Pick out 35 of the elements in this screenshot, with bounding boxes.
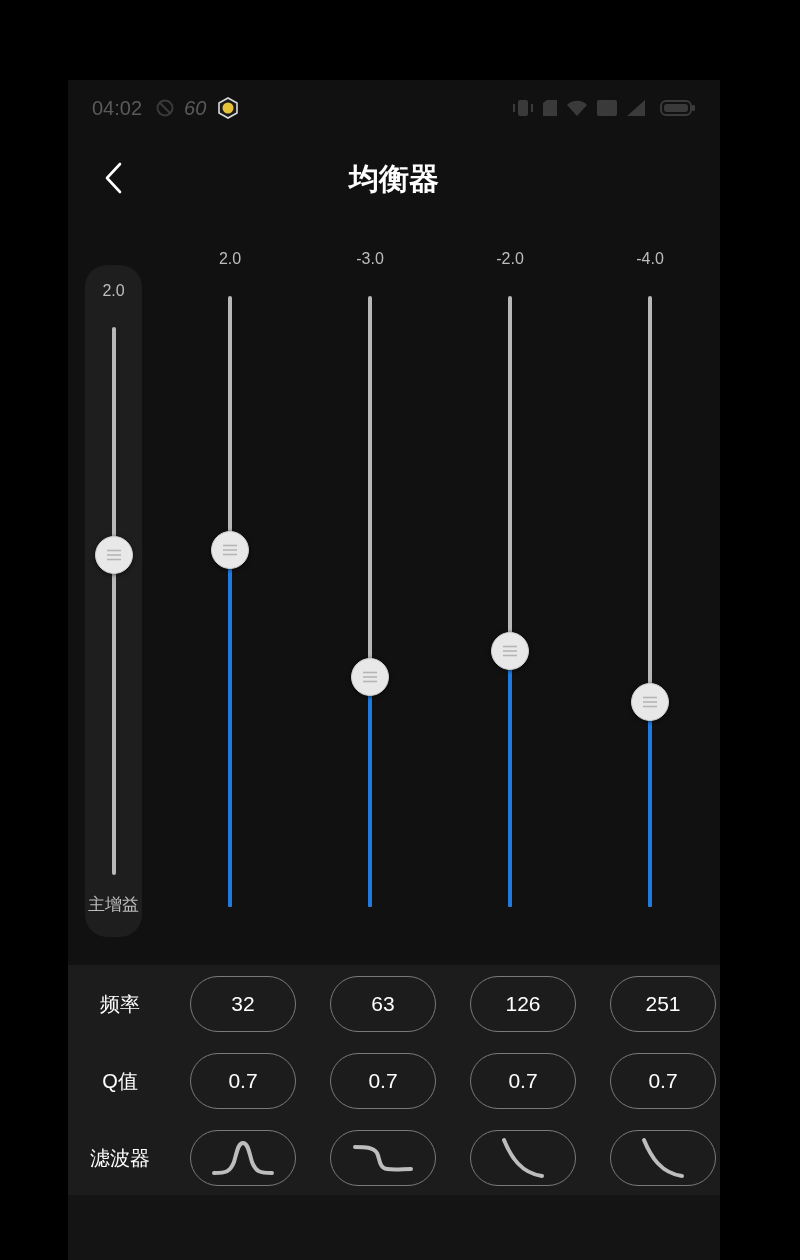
grip-icon [222,544,238,557]
parameter-label: Q值 [101,1069,139,1094]
slider-thumb[interactable] [491,632,529,670]
grip-icon [502,645,518,657]
master-gain-label: 主增益 [88,895,139,915]
status-speed: 60 [184,96,207,121]
gain-value: -3.0 [356,249,384,269]
battery-icon [660,99,696,117]
circle-slash-icon [156,99,175,117]
slider-thumb[interactable] [94,535,133,574]
signal-icon [626,99,646,117]
gain-value: 2.0 [218,249,242,269]
status-time: 04:02 [92,96,143,121]
gain-value: 2.0 [102,281,125,301]
bell-curve-icon [212,1140,274,1176]
parameter-label: 滤波器 [89,1146,151,1171]
gain-value: -4.0 [636,249,664,269]
back-icon [104,162,122,194]
slider-thumb[interactable] [211,531,249,570]
parameter-label: 频率 [99,992,141,1017]
grip-icon [362,671,378,684]
rounded-square-icon [596,99,618,117]
slider-thumb[interactable] [631,682,669,721]
grip-icon [105,548,122,561]
hexagon-icon [218,97,239,119]
falling-curve-icon [641,1137,685,1179]
sim-card-icon [542,99,558,117]
gain-value: -2.0 [496,249,524,269]
slider-thumb[interactable] [351,658,389,697]
step-curve-icon [353,1143,413,1173]
grip-icon [642,695,658,708]
wifi-icon [566,99,588,117]
vibrate-icon [512,99,534,117]
page-title: 均衡器 [349,160,439,197]
falling-curve-icon [501,1137,545,1179]
